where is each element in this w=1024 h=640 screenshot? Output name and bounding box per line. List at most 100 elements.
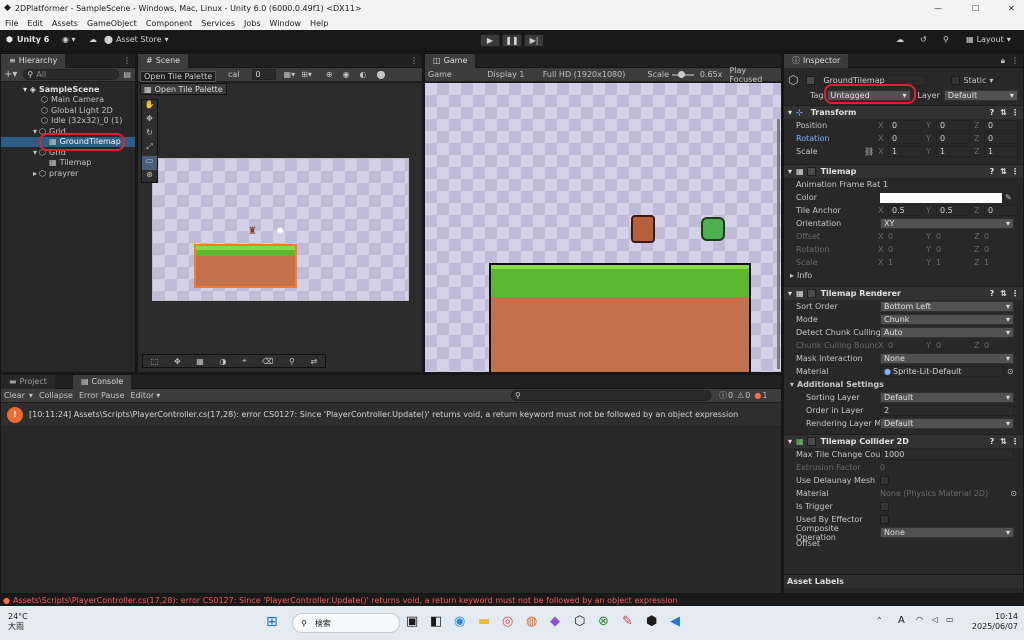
- minimize-button[interactable]: —: [934, 4, 942, 13]
- mask-interaction-dropdown[interactable]: None ▾: [880, 353, 1014, 364]
- step-button[interactable]: ▶|: [524, 34, 544, 47]
- renderer-enabled-checkbox[interactable]: [806, 289, 816, 298]
- open-tile-palette-button[interactable]: ▦ Open Tile Palette: [140, 83, 227, 95]
- active-checkbox[interactable]: [806, 75, 816, 85]
- view-2d-icon[interactable]: ⊕: [326, 70, 333, 79]
- lock-icon[interactable]: 🔒︎: [1001, 56, 1005, 66]
- rotation-z-field[interactable]: 0: [984, 133, 1018, 144]
- info-foldout[interactable]: ▸ Info: [784, 269, 1023, 282]
- anchor-x-field[interactable]: 0.5: [888, 205, 922, 216]
- hand-tool-icon[interactable]: ✋: [142, 100, 157, 114]
- menu-file[interactable]: File: [5, 19, 18, 28]
- more-icon[interactable]: ⋮: [1011, 108, 1019, 117]
- max-tile-change-field[interactable]: 1000: [880, 449, 1014, 460]
- transform-tool-icon[interactable]: ⊛: [142, 170, 157, 184]
- menu-jobs[interactable]: Jobs: [244, 19, 261, 28]
- tab-project[interactable]: ▬ Project: [1, 374, 55, 389]
- orientation-dropdown[interactable]: XY ▾: [880, 218, 1014, 229]
- tab-console[interactable]: ▤ Console: [72, 374, 132, 389]
- file-explorer-icon[interactable]: ▬: [478, 614, 502, 629]
- play-button[interactable]: ▶: [480, 34, 500, 47]
- play-focused-dropdown[interactable]: Play Focused: [729, 66, 781, 84]
- object-picker-icon[interactable]: ⊙: [1007, 367, 1014, 376]
- list-item-selected[interactable]: ▦ GroundTilemap: [1, 132, 135, 151]
- layout-dropdown[interactable]: ▦ Layout ▾: [966, 35, 1011, 44]
- menu-help[interactable]: Help: [310, 19, 328, 28]
- move-tile-icon[interactable]: ✥: [174, 357, 181, 366]
- scale-slider[interactable]: [672, 70, 694, 78]
- rotation-y-field[interactable]: 0: [936, 133, 970, 144]
- menu-window[interactable]: Window: [270, 19, 302, 28]
- xbox-app-icon[interactable]: ⊗: [598, 614, 622, 629]
- tab-hierarchy[interactable]: ≡ Hierarchy: [1, 53, 66, 68]
- more-icon[interactable]: ⋮: [1011, 167, 1019, 176]
- cloud-icon[interactable]: ☁: [89, 35, 97, 44]
- audio-icon[interactable]: ◐: [360, 70, 367, 79]
- collider-enabled-checkbox[interactable]: [806, 437, 816, 446]
- game-view[interactable]: [425, 83, 781, 372]
- move-tool-icon[interactable]: ✥: [142, 114, 157, 128]
- add-icon[interactable]: +▾: [4, 69, 17, 80]
- anchor-z-field[interactable]: 0: [984, 205, 1018, 216]
- position-x-field[interactable]: 0: [888, 120, 922, 131]
- search-icon[interactable]: ⚲: [943, 35, 949, 44]
- chevron-down-icon[interactable]: ▾: [989, 76, 993, 85]
- composite-operation-dropdown[interactable]: None ▾: [880, 527, 1014, 538]
- list-item[interactable]: ⬡ Idle (32x32)_0 (1): [1, 116, 135, 127]
- resolution-dropdown[interactable]: Full HD (1920x1080): [543, 70, 648, 79]
- color-swatch[interactable]: [880, 192, 1002, 203]
- gizmo-icon[interactable]: ⊞▾: [301, 70, 312, 79]
- account-icon[interactable]: ◉ ▾: [62, 35, 76, 44]
- sort-order-dropdown[interactable]: Bottom Left ▾: [880, 301, 1014, 312]
- rotate-tool-icon[interactable]: ↻: [142, 128, 157, 142]
- pause-button[interactable]: ❚❚: [502, 34, 522, 47]
- list-item[interactable]: ▸ ⬡ prayrer: [1, 168, 135, 179]
- visual-studio-icon[interactable]: ◆: [550, 614, 574, 629]
- chrome-browser-icon[interactable]: ◎: [502, 614, 526, 629]
- console-entry[interactable]: ! [10:11:24] Assets\Scripts\PlayerContro…: [1, 403, 781, 427]
- tab-game[interactable]: ◫ Game: [425, 53, 476, 68]
- menu-edit[interactable]: Edit: [27, 19, 43, 28]
- scene-viewport[interactable]: ♜ ✹ Open Tile Palette ▦ Open Tile Palett…: [138, 71, 422, 372]
- task-view-icon[interactable]: ◧: [430, 614, 454, 629]
- physics-material-field[interactable]: None (Physics Material 2D): [880, 489, 988, 498]
- grid-snap-field[interactable]: 0: [251, 69, 276, 80]
- maximize-button[interactable]: ☐: [972, 4, 979, 13]
- warning-count-icon[interactable]: ⚠: [737, 391, 744, 400]
- more-icon[interactable]: ⋮: [1011, 56, 1019, 65]
- expand-icon[interactable]: ▸: [33, 169, 37, 178]
- brush-tool-icon[interactable]: ▦: [196, 357, 204, 366]
- eyedropper-icon[interactable]: ✎: [1005, 193, 1012, 202]
- game-scrollbar[interactable]: [777, 119, 780, 369]
- menu-gameobject[interactable]: GameObject: [87, 19, 137, 28]
- asset-store-button[interactable]: ⬤ Asset Store ▾: [104, 35, 169, 44]
- scale-tool-icon[interactable]: ⤢: [142, 142, 157, 156]
- rotation-x-field[interactable]: 0: [888, 133, 922, 144]
- filter-icon[interactable]: ▤: [123, 70, 131, 79]
- used-by-effector-checkbox[interactable]: [880, 515, 889, 524]
- select-tool-icon[interactable]: ⬚: [151, 357, 159, 366]
- object-picker-icon[interactable]: ⊙: [1010, 489, 1017, 498]
- widgets-app-icon[interactable]: ▣: [406, 614, 430, 629]
- error-count-icon[interactable]: ●: [754, 391, 761, 400]
- help-icon[interactable]: ?: [990, 289, 995, 298]
- tab-inspector[interactable]: ⓘ Inspector: [784, 54, 849, 68]
- clock[interactable]: 10:14 2025/06/07: [966, 612, 1018, 632]
- eraser-tool-icon[interactable]: ⌫: [262, 357, 273, 366]
- ime-indicator[interactable]: A: [898, 615, 905, 626]
- fx-icon[interactable]: ⬤: [377, 70, 386, 79]
- weather-widget[interactable]: 24°C 大雨: [8, 612, 28, 632]
- order-in-layer-field[interactable]: 2: [880, 405, 1014, 416]
- preset-icon[interactable]: ⇅: [1000, 167, 1007, 176]
- tilemap-enabled-checkbox[interactable]: [806, 167, 816, 176]
- windows-start-icon[interactable]: ⊞: [266, 614, 278, 630]
- scale-x-field[interactable]: 1: [888, 146, 922, 157]
- clear-button[interactable]: Clear: [4, 391, 25, 400]
- clear-dropdown-icon[interactable]: ▾: [29, 391, 33, 400]
- list-item[interactable]: ⬡ Main Camera: [1, 95, 135, 106]
- tilemap-renderer-header[interactable]: ▾ ▦ Tilemap Renderer ? ⇅ ⋮: [784, 286, 1023, 300]
- collapse-button[interactable]: Collapse: [39, 391, 73, 400]
- editor-dropdown[interactable]: Editor: [131, 391, 155, 400]
- menu-services[interactable]: Services: [201, 19, 235, 28]
- asset-labels-bar[interactable]: Asset Labels: [784, 574, 1023, 588]
